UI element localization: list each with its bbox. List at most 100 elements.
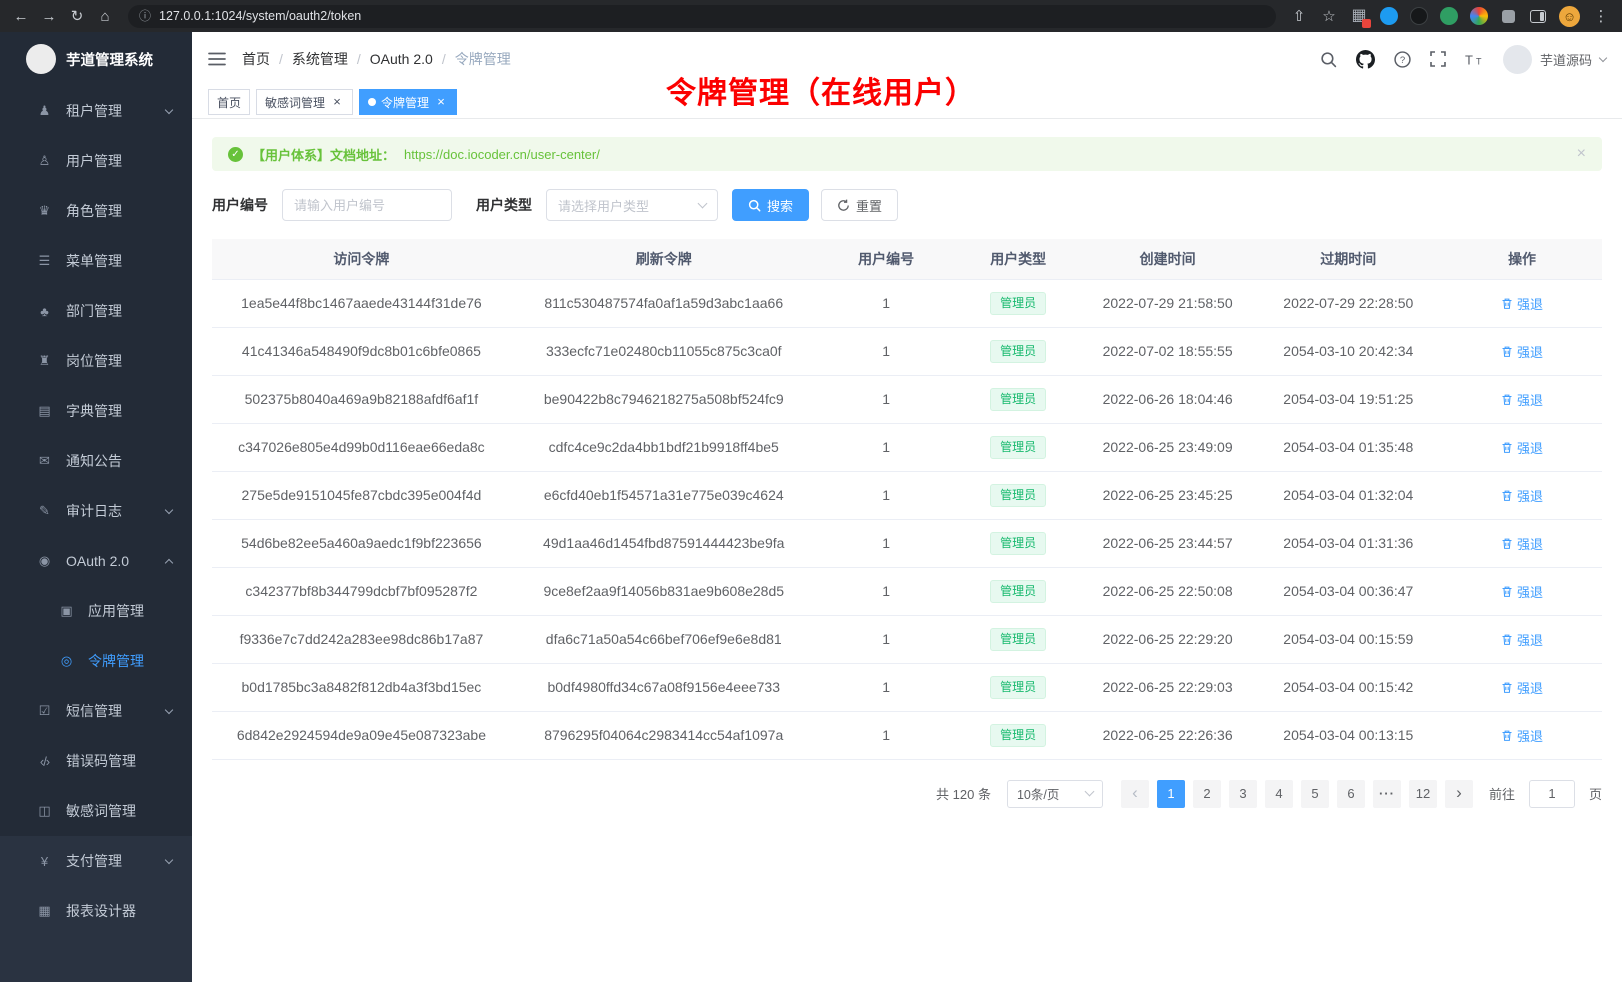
force-logout-button[interactable]: 强退 xyxy=(1501,726,1543,745)
force-logout-button[interactable]: 强退 xyxy=(1501,678,1543,697)
reset-button[interactable]: 重置 xyxy=(821,189,898,221)
breadcrumb-item[interactable]: 令牌管理 xyxy=(455,49,511,69)
user-type-select[interactable]: 请选择用户类型 xyxy=(546,189,718,221)
browser-reload-icon[interactable] xyxy=(64,3,90,29)
page-button[interactable]: 2 xyxy=(1193,780,1221,808)
breadcrumb-item[interactable]: OAuth 2.0 xyxy=(370,51,455,67)
browser-forward-icon[interactable] xyxy=(36,3,62,29)
sidebar-menu-item[interactable]: 令牌管理 xyxy=(0,636,192,686)
close-tab-icon[interactable] xyxy=(330,95,344,109)
sidebar-menu-item[interactable]: 短信管理 xyxy=(0,686,192,736)
browser-actions xyxy=(1286,3,1614,29)
page-button[interactable]: 12 xyxy=(1409,780,1437,808)
search-icon[interactable] xyxy=(1320,51,1337,68)
cell-refresh-token: be90422b8c7946218275a508bf524fc9 xyxy=(511,375,817,423)
user-type-badge: 管理员 xyxy=(990,676,1046,699)
collapse-sidebar-icon[interactable] xyxy=(208,51,226,67)
force-logout-button[interactable]: 强退 xyxy=(1501,438,1543,457)
extension-green-icon[interactable] xyxy=(1440,7,1458,25)
sidebar-menu-item[interactable]: 通知公告 xyxy=(0,436,192,486)
font-size-icon[interactable]: TT xyxy=(1465,52,1484,67)
share-icon[interactable] xyxy=(1286,3,1312,29)
side-panel-icon[interactable] xyxy=(1530,10,1546,23)
cell-access-token: c347026e805e4d99b0d116eae66eda8c xyxy=(212,423,511,471)
cell-create-time: 2022-07-02 18:55:55 xyxy=(1081,327,1255,375)
cell-user-type: 管理员 xyxy=(956,279,1081,327)
user-id-input[interactable] xyxy=(282,189,452,221)
sidebar-menu-item[interactable]: 应用管理 xyxy=(0,586,192,636)
sidebar-menu-item[interactable]: OAuth 2.0 xyxy=(0,536,192,586)
view-tab[interactable]: 令牌管理 xyxy=(359,89,457,115)
page-size-select[interactable]: 10条/页 xyxy=(1007,780,1103,808)
browser-profile-avatar[interactable] xyxy=(1559,6,1580,27)
prev-page-button[interactable] xyxy=(1121,780,1149,808)
page-button[interactable]: 6 xyxy=(1337,780,1365,808)
sidebar-menu-item[interactable]: 错误码管理 xyxy=(0,736,192,786)
browser-address-bar[interactable]: 127.0.0.1:1024/system/oauth2/token xyxy=(128,5,1276,28)
chevron-down-icon xyxy=(698,198,708,208)
extension-colorful-icon[interactable] xyxy=(1470,7,1488,25)
cell-expire-time: 2054-03-04 01:35:48 xyxy=(1254,423,1442,471)
force-logout-button[interactable]: 强退 xyxy=(1501,582,1543,601)
browser-menu-icon[interactable] xyxy=(1588,3,1614,29)
sidebar-menu-item[interactable]: 角色管理 xyxy=(0,186,192,236)
fullscreen-icon[interactable] xyxy=(1430,51,1446,67)
breadcrumb-item[interactable]: 首页 xyxy=(242,49,292,69)
page-button[interactable]: 1 xyxy=(1157,780,1185,808)
bookmark-star-icon[interactable] xyxy=(1316,3,1342,29)
extension-blue-icon[interactable] xyxy=(1380,7,1398,25)
page-button[interactable]: ··· xyxy=(1373,780,1401,808)
view-tab[interactable]: 敏感词管理 xyxy=(256,89,353,115)
menu-item-icon xyxy=(36,403,53,419)
sidebar-menu-item[interactable]: 菜单管理 xyxy=(0,236,192,286)
force-logout-button[interactable]: 强退 xyxy=(1501,390,1543,409)
cell-access-token: 275e5de9151045fe87cbdc395e004f4d xyxy=(212,471,511,519)
github-icon[interactable] xyxy=(1356,50,1375,69)
cell-access-token: 1ea5e44f8bc1467aaede43144f31de76 xyxy=(212,279,511,327)
force-logout-button[interactable]: 强退 xyxy=(1501,486,1543,505)
extension-dark-icon[interactable] xyxy=(1410,7,1428,25)
sidebar-menu-item[interactable]: 敏感词管理 xyxy=(0,786,192,836)
force-logout-button[interactable]: 强退 xyxy=(1501,342,1543,361)
app-logo[interactable]: 芋道管理系统 xyxy=(0,32,192,86)
sidebar-menu-item[interactable]: 字典管理 xyxy=(0,386,192,436)
cell-refresh-token: 49d1aa46d1454fbd87591444423be9fa xyxy=(511,519,817,567)
help-icon[interactable]: ? xyxy=(1394,51,1411,68)
sidebar-menu-item[interactable]: 用户管理 xyxy=(0,136,192,186)
cell-refresh-token: dfa6c71a50a54c66bef706ef9e6e8d81 xyxy=(511,615,817,663)
sidebar-menu-item[interactable]: 支付管理 xyxy=(0,836,192,886)
browser-back-icon[interactable] xyxy=(8,3,34,29)
doc-link[interactable]: https://doc.iocoder.cn/user-center/ xyxy=(404,147,600,162)
cell-actions: 强退 xyxy=(1442,663,1602,711)
extension-grid-icon[interactable] xyxy=(1350,7,1368,25)
sidebar-menu-item[interactable]: 租户管理 xyxy=(0,86,192,136)
force-logout-button[interactable]: 强退 xyxy=(1501,630,1543,649)
sidebar-menu-item[interactable]: 岗位管理 xyxy=(0,336,192,386)
sidebar-menu-item[interactable]: 审计日志 xyxy=(0,486,192,536)
extension-badge xyxy=(1362,19,1371,28)
close-tab-icon[interactable] xyxy=(434,95,448,109)
goto-page-input[interactable] xyxy=(1529,780,1575,808)
site-info-icon[interactable] xyxy=(139,7,151,25)
sidebar-menu-item[interactable]: 报表设计器 xyxy=(0,886,192,936)
browser-home-icon[interactable] xyxy=(92,3,118,29)
page-button[interactable]: 3 xyxy=(1229,780,1257,808)
cell-access-token: 54d6be82ee5a460a9aedc1f9bf223656 xyxy=(212,519,511,567)
user-type-badge: 管理员 xyxy=(990,724,1046,747)
table-row: 54d6be82ee5a460a9aedc1f9bf223656 49d1aa4… xyxy=(212,519,1602,567)
breadcrumb-item[interactable]: 系统管理 xyxy=(292,49,370,69)
page-buttons: 1 2 3 4 5 6 ··· xyxy=(1157,780,1437,808)
extensions-puzzle-icon[interactable] xyxy=(1502,10,1515,23)
menu-item-label: 短信管理 xyxy=(66,701,122,721)
cell-refresh-token: b0df4980ffd34c67a08f9156e4eee733 xyxy=(511,663,817,711)
force-logout-button[interactable]: 强退 xyxy=(1501,534,1543,553)
user-menu[interactable]: 芋道源码 xyxy=(1503,45,1606,74)
alert-close-icon[interactable] xyxy=(1577,145,1586,163)
force-logout-button[interactable]: 强退 xyxy=(1501,294,1543,313)
page-button[interactable]: 4 xyxy=(1265,780,1293,808)
search-button[interactable]: 搜索 xyxy=(732,189,809,221)
sidebar-menu-item[interactable]: 部门管理 xyxy=(0,286,192,336)
next-page-button[interactable] xyxy=(1445,780,1473,808)
view-tab[interactable]: 首页 xyxy=(208,89,250,115)
page-button[interactable]: 5 xyxy=(1301,780,1329,808)
